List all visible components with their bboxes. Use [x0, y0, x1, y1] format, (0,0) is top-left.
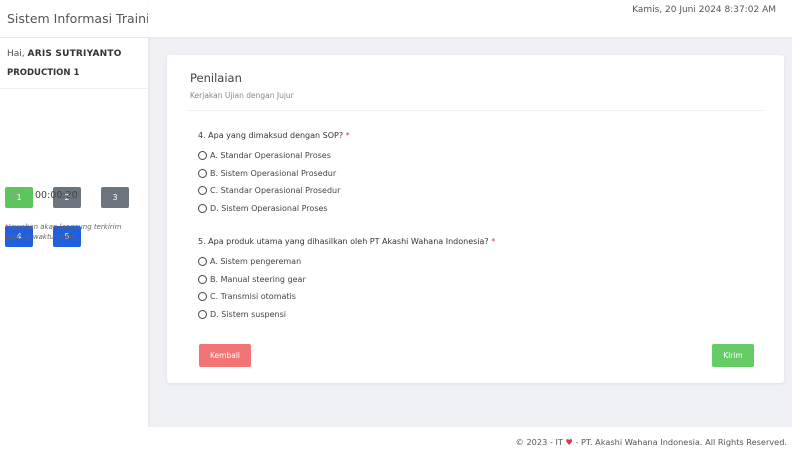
footer: © 2023 - IT ♥ - PT. Akashi Wahana Indone…	[148, 427, 792, 456]
radio-button[interactable]	[198, 186, 207, 196]
radio-button[interactable]	[198, 274, 207, 284]
exam-card: Penilaian Kerjakan Ujian dengan Jujur 4.…	[167, 55, 784, 383]
radio-button[interactable]	[198, 292, 207, 302]
sidebar: Sistem Informasi Training Hai, ARIS SUTR…	[0, 0, 165, 456]
option-4b[interactable]: B. Sistem Operasional Prosedur	[198, 165, 350, 183]
radio-button[interactable]	[198, 168, 207, 178]
question-text: 5. Apa produk utama yang dihasilkan oleh…	[198, 237, 496, 246]
pencil-icon	[9, 191, 18, 200]
radio-button[interactable]	[198, 257, 207, 267]
auto-submit-note: *Jawaban akan langsung terkirim apabila …	[5, 223, 122, 241]
heart-icon: ♥	[565, 437, 573, 447]
divider	[187, 110, 764, 111]
question-4: 4. Apa yang dimaksud dengan SOP? * A. St…	[198, 131, 350, 217]
user-name: ARIS SUTRIYANTO	[27, 49, 122, 59]
submit-button[interactable]: Kirim	[712, 344, 754, 367]
radio-button[interactable]	[198, 203, 207, 213]
card-title: Penilaian	[190, 71, 242, 85]
question-5: 5. Apa produk utama yang dihasilkan oleh…	[198, 237, 495, 323]
user-box: Hai, ARIS SUTRIYANTO PRODUCTION 1	[0, 38, 148, 89]
greeting-text: Hai,	[7, 49, 25, 59]
timer-value: 00:00:20	[35, 190, 78, 201]
radio-button[interactable]	[198, 151, 207, 161]
option-4d[interactable]: D. Sistem Operasional Proses	[198, 200, 350, 218]
option-4c[interactable]: C. Standar Operasional Prosedur	[198, 182, 350, 200]
question-nav-button-3[interactable]: 3	[101, 187, 129, 208]
option-4a[interactable]: A. Standar Operasional Proses	[198, 147, 350, 165]
radio-button[interactable]	[198, 309, 207, 319]
user-department: PRODUCTION 1	[7, 68, 80, 78]
option-5a[interactable]: A. Sistem pengereman	[198, 253, 495, 271]
option-5c[interactable]: C. Transmisi otomatis	[198, 288, 495, 306]
option-5b[interactable]: B. Manual steering gear	[198, 271, 495, 289]
footer-text: © 2023 - IT ♥ - PT. Akashi Wahana Indone…	[515, 437, 787, 447]
app-title: Sistem Informasi Training	[0, 0, 165, 38]
back-button[interactable]: Kembali	[199, 344, 251, 367]
timer: 00:00:20	[8, 190, 78, 201]
question-navigator: 1 2 3 4 5	[0, 89, 148, 247]
option-5d[interactable]: D. Sistem suspensi	[198, 306, 495, 324]
question-text: 4. Apa yang dimaksud dengan SOP? *	[198, 131, 350, 140]
card-subtitle: Kerjakan Ujian dengan Jujur	[190, 91, 294, 100]
current-datetime: Kamis, 20 Juni 2024 8:37:02 AM	[632, 5, 776, 15]
top-bar: Kamis, 20 Juni 2024 8:37:02 AM	[148, 0, 792, 37]
